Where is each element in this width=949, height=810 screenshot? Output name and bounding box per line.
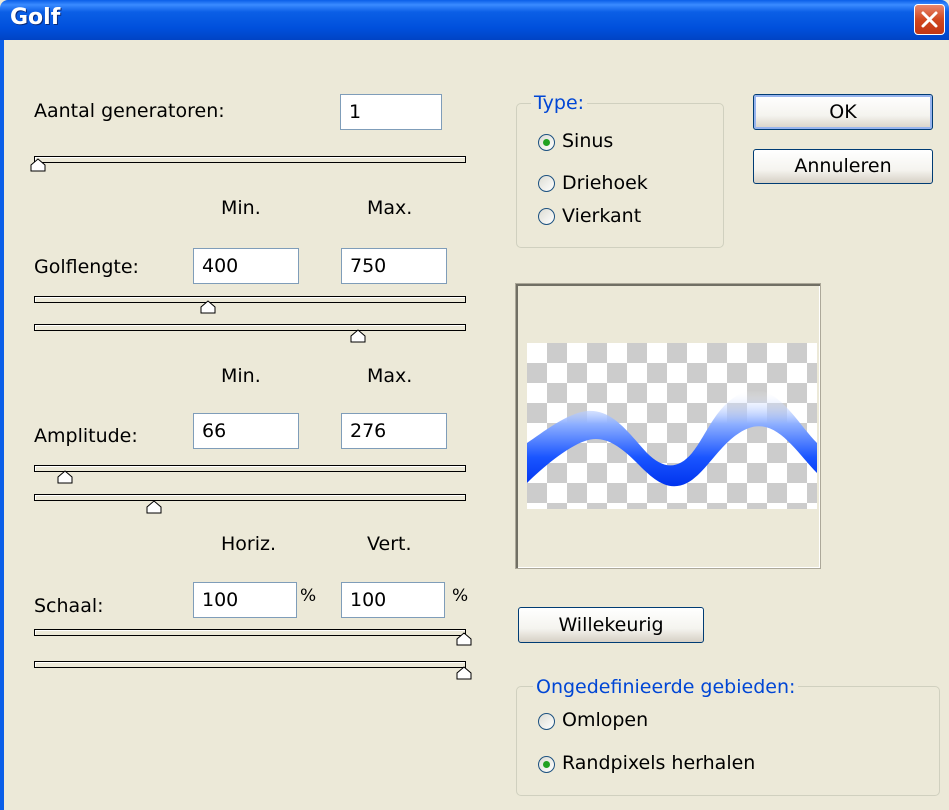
- scale-horiz-slider-thumb-icon[interactable]: [456, 632, 472, 646]
- amplitude-max-slider[interactable]: [34, 494, 466, 501]
- wavelength-min-input[interactable]: 400: [193, 248, 299, 284]
- scale-vert-input[interactable]: 100: [341, 582, 445, 618]
- generators-label: Aantal generatoren:: [34, 100, 225, 122]
- golf-dialog: Golf Aantal generatoren: 1 Min. Max. Gol…: [0, 0, 949, 810]
- undefined-randpixels-label[interactable]: Randpixels herhalen: [562, 752, 755, 774]
- scale-vert-slider[interactable]: [34, 661, 466, 668]
- amplitude-label: Amplitude:: [34, 425, 138, 447]
- wave-preview-graphic: [527, 389, 817, 487]
- ok-button[interactable]: OK: [753, 94, 933, 130]
- type-sinus-radio[interactable]: [538, 134, 555, 151]
- window-title: Golf: [10, 5, 61, 30]
- undefined-areas-group: [516, 686, 940, 796]
- wave-preview: [515, 283, 821, 569]
- close-button[interactable]: [914, 4, 945, 35]
- type-sinus-label[interactable]: Sinus: [562, 130, 613, 152]
- title-bar[interactable]: Golf: [0, 0, 949, 40]
- scale-horiz-percent: %: [300, 586, 317, 606]
- scale-horiz-input[interactable]: 100: [193, 582, 297, 618]
- scale-vert-slider-thumb-icon[interactable]: [456, 666, 472, 680]
- scale-vert-percent: %: [452, 586, 469, 606]
- generators-slider-thumb-icon[interactable]: [30, 158, 46, 172]
- amplitude-min-slider-thumb-icon[interactable]: [57, 470, 73, 484]
- wavelength-max-input[interactable]: 750: [341, 248, 447, 284]
- wavelength-max-slider[interactable]: [34, 324, 466, 331]
- cancel-button[interactable]: Annuleren: [753, 149, 933, 184]
- type-group-legend: Type:: [531, 92, 588, 114]
- wavelength-min-header: Min.: [221, 197, 261, 219]
- type-vierkant-radio[interactable]: [538, 208, 555, 225]
- scale-vert-header: Vert.: [367, 533, 412, 555]
- undefined-randpixels-radio[interactable]: [538, 756, 555, 773]
- scale-horiz-header: Horiz.: [221, 533, 277, 555]
- close-icon: [921, 11, 938, 28]
- amplitude-min-slider[interactable]: [34, 465, 466, 472]
- wavelength-max-slider-thumb-icon[interactable]: [350, 329, 366, 343]
- type-driehoek-radio[interactable]: [538, 175, 555, 192]
- wavelength-max-header: Max.: [367, 197, 413, 219]
- window-border: [0, 40, 4, 810]
- amplitude-max-slider-thumb-icon[interactable]: [146, 500, 162, 514]
- undefined-areas-legend: Ongedefinieerde gebieden:: [533, 676, 799, 698]
- wavelength-min-slider-thumb-icon[interactable]: [200, 300, 216, 314]
- amplitude-max-header: Max.: [367, 365, 413, 387]
- wavelength-min-slider[interactable]: [34, 296, 466, 303]
- type-driehoek-label[interactable]: Driehoek: [562, 172, 648, 194]
- scale-horiz-slider[interactable]: [34, 629, 466, 636]
- amplitude-min-header: Min.: [221, 365, 261, 387]
- scale-label: Schaal:: [34, 595, 104, 617]
- randomize-button[interactable]: Willekeurig: [518, 607, 704, 643]
- amplitude-min-input[interactable]: 66: [193, 413, 299, 449]
- undefined-omlopen-radio[interactable]: [538, 713, 555, 730]
- generators-input[interactable]: 1: [340, 94, 442, 130]
- type-vierkant-label[interactable]: Vierkant: [562, 205, 641, 227]
- generators-slider[interactable]: [34, 156, 466, 163]
- wavelength-label: Golflengte:: [34, 256, 139, 278]
- amplitude-max-input[interactable]: 276: [341, 413, 447, 449]
- undefined-omlopen-label[interactable]: Omlopen: [562, 709, 648, 731]
